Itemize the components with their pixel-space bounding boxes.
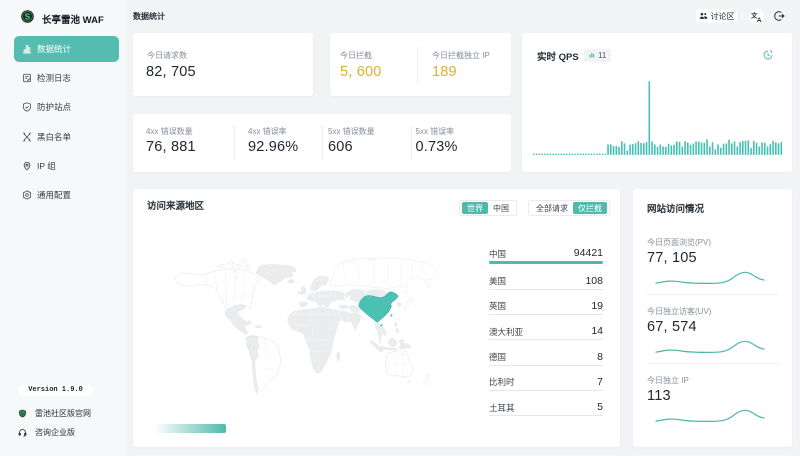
- svg-text:S: S: [25, 11, 31, 21]
- svg-text:文: 文: [751, 11, 758, 20]
